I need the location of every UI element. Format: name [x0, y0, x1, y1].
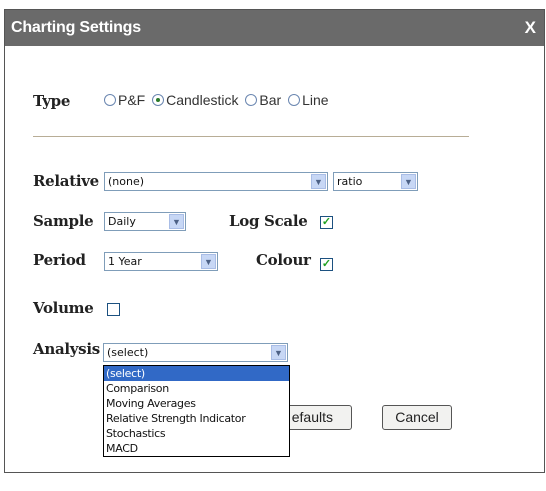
chevron-down-icon[interactable]: ▼	[169, 214, 184, 229]
radio-line-label: Line	[302, 92, 329, 108]
analysis-label: Analysis	[33, 340, 100, 358]
analysis-select[interactable]: (select) ▼	[103, 343, 288, 362]
radio-line[interactable]: Line	[288, 92, 329, 108]
relative-select-value: (none)	[108, 175, 145, 188]
analysis-option-rsi[interactable]: Relative Strength Indicator	[104, 411, 289, 426]
colour-checkbox[interactable]: ✓	[320, 258, 333, 271]
section-divider	[33, 136, 469, 137]
analysis-option-macd[interactable]: MACD	[104, 441, 289, 456]
chevron-down-icon[interactable]: ▼	[311, 174, 326, 189]
sample-select[interactable]: Daily ▼	[104, 212, 186, 231]
analysis-option-comparison[interactable]: Comparison	[104, 381, 289, 396]
close-button[interactable]: X	[525, 18, 536, 38]
analysis-option-moving-averages[interactable]: Moving Averages	[104, 396, 289, 411]
chevron-down-icon[interactable]: ▼	[401, 174, 416, 189]
chart-type-radio-group: P&F Candlestick Bar Line	[104, 92, 332, 108]
relative-select[interactable]: (none) ▼	[104, 172, 328, 191]
analysis-select-value: (select)	[107, 346, 149, 359]
dialog-title: Charting Settings	[11, 19, 141, 36]
log-scale-label: Log Scale	[229, 212, 308, 230]
radio-candlestick-label: Candlestick	[166, 92, 239, 108]
period-select[interactable]: 1 Year ▼	[104, 252, 218, 271]
radio-pf-label: P&F	[118, 92, 146, 108]
sample-select-value: Daily	[108, 215, 136, 228]
radio-pf-circle[interactable]	[104, 94, 116, 106]
cancel-button[interactable]: Cancel	[382, 405, 452, 430]
radio-candlestick[interactable]: Candlestick	[152, 92, 239, 108]
colour-label: Colour	[256, 251, 311, 269]
radio-bar-label: Bar	[259, 92, 282, 108]
relative-mode-value: ratio	[337, 175, 363, 188]
radio-candlestick-circle[interactable]	[152, 94, 165, 106]
period-select-value: 1 Year	[108, 255, 142, 268]
chevron-down-icon[interactable]: ▼	[271, 345, 286, 360]
analysis-option-stochastics[interactable]: Stochastics	[104, 426, 289, 441]
analysis-option-select[interactable]: (select)	[104, 366, 289, 381]
log-scale-checkbox[interactable]: ✓	[320, 216, 333, 229]
chevron-down-icon[interactable]: ▼	[201, 254, 216, 269]
sample-label: Sample	[33, 212, 94, 230]
radio-bar-circle[interactable]	[245, 94, 258, 106]
radio-pf[interactable]: P&F	[104, 92, 145, 108]
relative-mode-select[interactable]: ratio ▼	[333, 172, 418, 191]
analysis-dropdown-list: (select) Comparison Moving Averages Rela…	[103, 365, 290, 457]
radio-bar[interactable]: Bar	[245, 92, 281, 108]
volume-checkbox[interactable]	[107, 303, 120, 316]
volume-label: Volume	[33, 299, 94, 317]
relative-label: Relative	[33, 172, 99, 190]
period-label: Period	[33, 251, 86, 269]
type-label: Type	[33, 92, 71, 110]
dialog-titlebar: Charting Settings X	[5, 10, 544, 46]
radio-line-circle[interactable]	[288, 94, 301, 106]
